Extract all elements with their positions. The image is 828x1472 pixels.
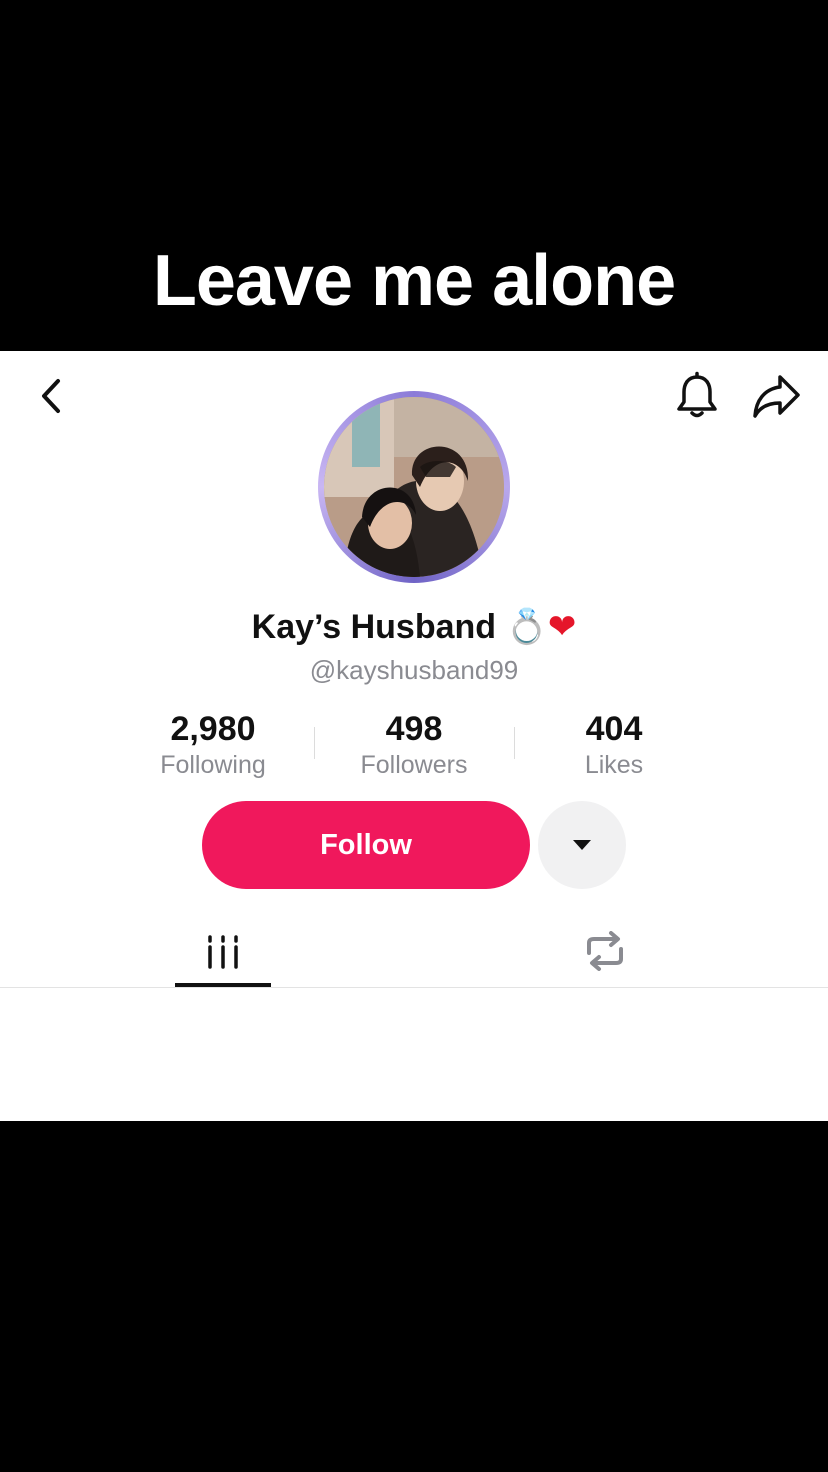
stat-following-label: Following xyxy=(160,751,266,779)
heart-emoji: ❤ xyxy=(547,607,577,647)
follow-button[interactable]: Follow xyxy=(202,801,530,889)
avatar-ring[interactable] xyxy=(318,391,510,583)
username: @kayshusband99 xyxy=(309,655,519,685)
suggested-accounts-button[interactable] xyxy=(538,801,626,889)
tab-videos[interactable] xyxy=(175,925,271,987)
stat-likes-value: 404 xyxy=(585,710,643,748)
back-button[interactable] xyxy=(32,373,72,419)
profile-photo xyxy=(324,397,504,577)
video-caption: Leave me alone xyxy=(152,241,676,321)
video-letterbox-bottom xyxy=(0,1121,828,1472)
display-name-text: Kay’s Husband xyxy=(251,608,497,646)
stat-likes-label: Likes xyxy=(584,751,644,779)
tabs-divider xyxy=(0,987,828,988)
profile-stats: 2,980 Following 498 Followers 404 Likes xyxy=(0,709,828,785)
ring-emoji: 💍 xyxy=(505,607,548,647)
notifications-button[interactable] xyxy=(672,371,722,421)
videos-grid-icon xyxy=(208,935,238,969)
display-name: Kay’s Husband 💍❤ xyxy=(0,607,828,647)
share-button[interactable] xyxy=(750,371,804,421)
stat-followers-label: Followers xyxy=(360,751,468,779)
share-arrow-icon xyxy=(753,375,800,418)
repost-icon xyxy=(587,931,623,971)
stat-followers-value: 498 xyxy=(385,710,443,748)
tab-reposts[interactable] xyxy=(558,925,652,987)
stat-followers[interactable]: 498 Followers xyxy=(314,709,514,781)
caret-down-icon xyxy=(573,840,591,850)
chevron-left-icon xyxy=(42,379,60,413)
profile-panel: Kay’s Husband 💍❤ @kayshusband99 2,980 Fo… xyxy=(0,351,828,1121)
bell-icon xyxy=(677,371,717,418)
name-emojis: 💍❤ xyxy=(505,607,576,647)
stat-following[interactable]: 2,980 Following xyxy=(113,709,313,781)
stat-likes[interactable]: 404 Likes xyxy=(514,709,714,781)
stat-following-value: 2,980 xyxy=(170,710,256,748)
avatar[interactable] xyxy=(324,397,504,577)
